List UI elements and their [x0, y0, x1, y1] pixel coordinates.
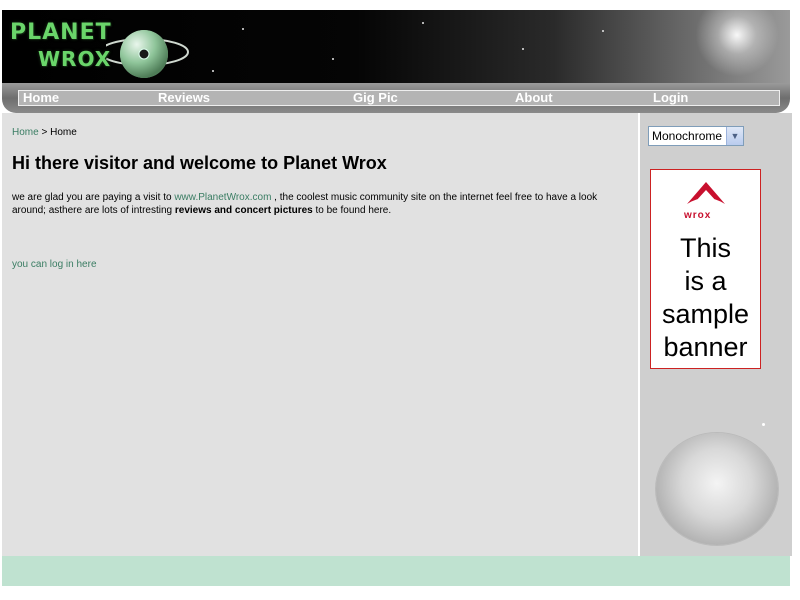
banner-line: is a [684, 266, 727, 296]
sparkle-decoration [762, 423, 765, 426]
menu-item-gig-pic[interactable]: Gig Pic [353, 90, 398, 106]
star-decoration [422, 22, 424, 24]
breadcrumb-current: Home [50, 127, 77, 138]
chevron-down-icon[interactable]: ▼ [726, 127, 743, 145]
sample-banner[interactable]: wrox This is a sample banner [650, 169, 761, 369]
star-decoration [242, 28, 244, 30]
menu-item-about[interactable]: About [515, 90, 553, 106]
menu-item-login[interactable]: Login [653, 90, 688, 106]
logo-text-planet: PLANET [10, 20, 112, 45]
banner-text: This is a sample banner [651, 232, 760, 364]
breadcrumb-separator: > [41, 127, 48, 138]
footer [2, 556, 790, 586]
intro-bold-text: reviews and concert pictures [174, 205, 313, 216]
site-url-link[interactable]: www.PlanetWrox.com [174, 192, 271, 203]
breadcrumb-home-link[interactable]: Home [12, 127, 39, 138]
sidebar: Monochrome ▼ wrox This is a sample banne… [638, 113, 792, 556]
theme-select[interactable]: Monochrome ▼ [648, 126, 744, 146]
star-decoration [602, 30, 604, 32]
light-glow [692, 10, 782, 80]
page: PLANET WROX Home Reviews Gig Pic About L… [0, 0, 792, 600]
main-content: Home > Home Hi there visitor and welcome… [2, 113, 638, 556]
banner-line: banner [663, 332, 748, 362]
sphere-decoration [656, 433, 778, 545]
intro-text-end: to be found here. [312, 205, 392, 216]
star-decoration [332, 58, 334, 60]
star-decoration [212, 70, 214, 72]
menu-item-reviews[interactable]: Reviews [158, 90, 210, 106]
site-logo[interactable]: PLANET WROX [6, 14, 196, 80]
logo-text-wrox: WROX [38, 47, 112, 71]
intro-text-start: we are glad you are paying a visit to [12, 192, 175, 203]
banner-line: sample [661, 299, 750, 329]
star-decoration [522, 48, 524, 50]
breadcrumb: Home > Home [12, 127, 77, 138]
intro-paragraph: we are glad you are paying a visit to ww… [12, 191, 622, 217]
planet-cd-logo-icon [106, 30, 189, 78]
page-title: Hi there visitor and welcome to Planet W… [12, 153, 387, 173]
menu-item-home[interactable]: Home [23, 90, 59, 106]
banner-brand: wrox [684, 210, 712, 221]
wrox-logo-icon [687, 182, 725, 204]
login-link[interactable]: you can log in here [12, 259, 97, 270]
site-header: PLANET WROX [2, 10, 790, 83]
menu-bar: Home Reviews Gig Pic About Login [2, 83, 790, 113]
main-menu: Home Reviews Gig Pic About Login [18, 90, 780, 106]
banner-line: This [679, 233, 731, 263]
theme-select-value: Monochrome [652, 129, 723, 143]
